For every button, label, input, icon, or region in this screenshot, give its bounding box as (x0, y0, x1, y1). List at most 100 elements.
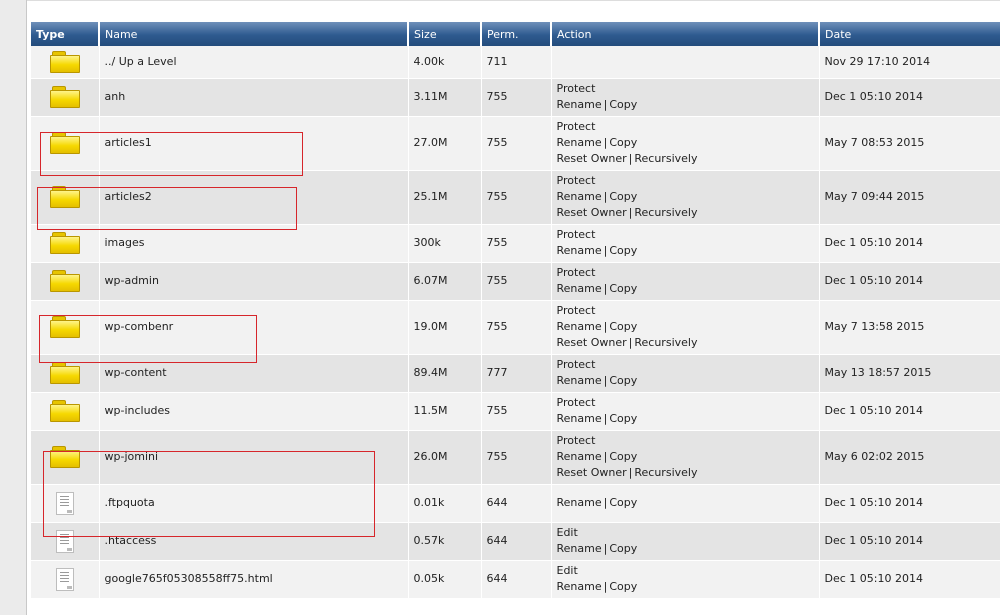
copy-link[interactable]: Copy (609, 374, 637, 387)
perm-link[interactable]: 777 (487, 366, 508, 379)
perm-link[interactable]: 755 (487, 90, 508, 103)
file-row[interactable]: wp-admin 6.07M 755 Protect Rename | Copy Dec 1 … (31, 262, 1000, 301)
folder-icon[interactable] (49, 132, 80, 154)
perm-link[interactable]: 755 (487, 404, 508, 417)
copy-link[interactable]: Copy (609, 580, 637, 593)
reset_owner-link[interactable]: Reset Owner (557, 206, 627, 219)
file-icon[interactable] (55, 491, 74, 515)
file-icon[interactable] (55, 567, 74, 591)
file-name-link[interactable]: articles1 (105, 136, 152, 149)
rename-link[interactable]: Rename (557, 320, 602, 333)
file-name-link[interactable]: wp-jomini (105, 450, 159, 463)
file-name-link[interactable]: google765f05308558ff75.html (105, 572, 273, 585)
recursively-link[interactable]: Recursively (634, 336, 697, 349)
perm-link[interactable]: 755 (487, 320, 508, 333)
recursively-link[interactable]: Recursively (634, 466, 697, 479)
protect-link[interactable]: Protect (557, 82, 596, 95)
protect-link[interactable]: Protect (557, 434, 596, 447)
rename-link[interactable]: Rename (557, 412, 602, 425)
copy-link[interactable]: Copy (609, 136, 637, 149)
copy-link[interactable]: Copy (609, 542, 637, 555)
perm-link[interactable]: 755 (487, 274, 508, 287)
col-size-header[interactable]: Size (408, 22, 482, 46)
file-row[interactable]: ../ Up a Level 4.00k 711 Nov 29 17:10 2014 (31, 46, 1000, 79)
edit-link[interactable]: Edit (557, 526, 578, 539)
file-row[interactable]: articles2 25.1M 755 Protect Rename | Copy Reset… (31, 170, 1000, 225)
folder-icon[interactable] (49, 232, 80, 254)
perm-link[interactable]: 644 (487, 572, 508, 585)
file-name-link[interactable]: images (105, 236, 145, 249)
perm-link[interactable]: 644 (487, 534, 508, 547)
copy-link[interactable]: Copy (609, 320, 637, 333)
rename-link[interactable]: Rename (557, 282, 602, 295)
folder-icon[interactable] (49, 362, 80, 384)
file-row[interactable]: wp-content 89.4M 777 Protect Rename | Copy May … (31, 354, 1000, 393)
copy-link[interactable]: Copy (609, 244, 637, 257)
col-type-header[interactable]: Type (31, 22, 100, 46)
folder-icon[interactable] (49, 316, 80, 338)
reset_owner-link[interactable]: Reset Owner (557, 152, 627, 165)
folder-icon[interactable] (49, 186, 80, 208)
file-name-link[interactable]: wp-admin (105, 274, 159, 287)
file-row[interactable]: images 300k 755 Protect Rename | Copy Dec 1 05:… (31, 224, 1000, 263)
file-row[interactable]: articles1 27.0M 755 Protect Rename | Copy Reset… (31, 116, 1000, 171)
rename-link[interactable]: Rename (557, 374, 602, 387)
protect-link[interactable]: Protect (557, 228, 596, 241)
col-action-header[interactable]: Action (551, 22, 820, 46)
file-row[interactable]: .htaccess 0.57k 644 Edit Rename | Copy Dec 1 05… (31, 522, 1000, 561)
recursively-link[interactable]: Recursively (634, 206, 697, 219)
file-name-link[interactable]: .htaccess (105, 534, 157, 547)
folder-icon[interactable] (49, 446, 80, 468)
perm-link[interactable]: 755 (487, 450, 508, 463)
copy-link[interactable]: Copy (609, 412, 637, 425)
protect-link[interactable]: Protect (557, 266, 596, 279)
protect-link[interactable]: Protect (557, 358, 596, 371)
reset_owner-link[interactable]: Reset Owner (557, 466, 627, 479)
file-row[interactable]: anh 3.11M 755 Protect Rename | Copy Dec 1 05:10… (31, 78, 1000, 117)
perm-link[interactable]: 755 (487, 190, 508, 203)
file-icon[interactable] (55, 529, 74, 553)
col-date-header[interactable]: Date (819, 22, 1000, 46)
perm-link[interactable]: 711 (487, 55, 508, 68)
recursively-link[interactable]: Recursively (634, 152, 697, 165)
rename-link[interactable]: Rename (557, 580, 602, 593)
copy-link[interactable]: Copy (609, 450, 637, 463)
rename-link[interactable]: Rename (557, 244, 602, 257)
file-row[interactable]: wp-jomini 26.0M 755 Protect Rename | Copy Reset… (31, 430, 1000, 485)
edit-link[interactable]: Edit (557, 564, 578, 577)
copy-link[interactable]: Copy (609, 496, 637, 509)
protect-link[interactable]: Protect (557, 174, 596, 187)
col-name-header[interactable]: Name (99, 22, 409, 46)
rename-link[interactable]: Rename (557, 190, 602, 203)
rename-link[interactable]: Rename (557, 542, 602, 555)
folder-icon[interactable] (49, 50, 80, 73)
file-row[interactable]: wp-combenr 19.0M 755 Protect Rename | Copy Rese… (31, 300, 1000, 355)
file-name-link[interactable]: anh (105, 90, 126, 103)
protect-link[interactable]: Protect (557, 120, 596, 133)
rename-link[interactable]: Rename (557, 450, 602, 463)
file-name-link[interactable]: wp-includes (105, 404, 171, 417)
protect-link[interactable]: Protect (557, 304, 596, 317)
file-row[interactable]: google765f05308558ff75.html 0.05k 644 Edit R… (31, 560, 1000, 599)
protect-link[interactable]: Protect (557, 396, 596, 409)
copy-link[interactable]: Copy (609, 282, 637, 295)
copy-link[interactable]: Copy (609, 98, 637, 111)
file-name-link[interactable]: ../ Up a Level (105, 55, 177, 68)
copy-link[interactable]: Copy (609, 190, 637, 203)
reset_owner-link[interactable]: Reset Owner (557, 336, 627, 349)
file-name-link[interactable]: articles2 (105, 190, 152, 203)
folder-icon[interactable] (49, 270, 80, 292)
file-name-link[interactable]: wp-content (105, 366, 167, 379)
file-name-link[interactable]: wp-combenr (105, 320, 174, 333)
folder-icon[interactable] (49, 400, 80, 422)
perm-link[interactable]: 755 (487, 236, 508, 249)
rename-link[interactable]: Rename (557, 136, 602, 149)
rename-link[interactable]: Rename (557, 496, 602, 509)
file-row[interactable]: wp-includes 11.5M 755 Protect Rename | Copy Dec… (31, 392, 1000, 431)
rename-link[interactable]: Rename (557, 98, 602, 111)
col-perm-header[interactable]: Perm. (481, 22, 552, 46)
perm-link[interactable]: 755 (487, 136, 508, 149)
folder-icon[interactable] (49, 86, 80, 108)
perm-link[interactable]: 644 (487, 496, 508, 509)
file-row[interactable]: .ftpquota 0.01k 644 Rename | Copy Dec 1 05:10 … (31, 484, 1000, 523)
